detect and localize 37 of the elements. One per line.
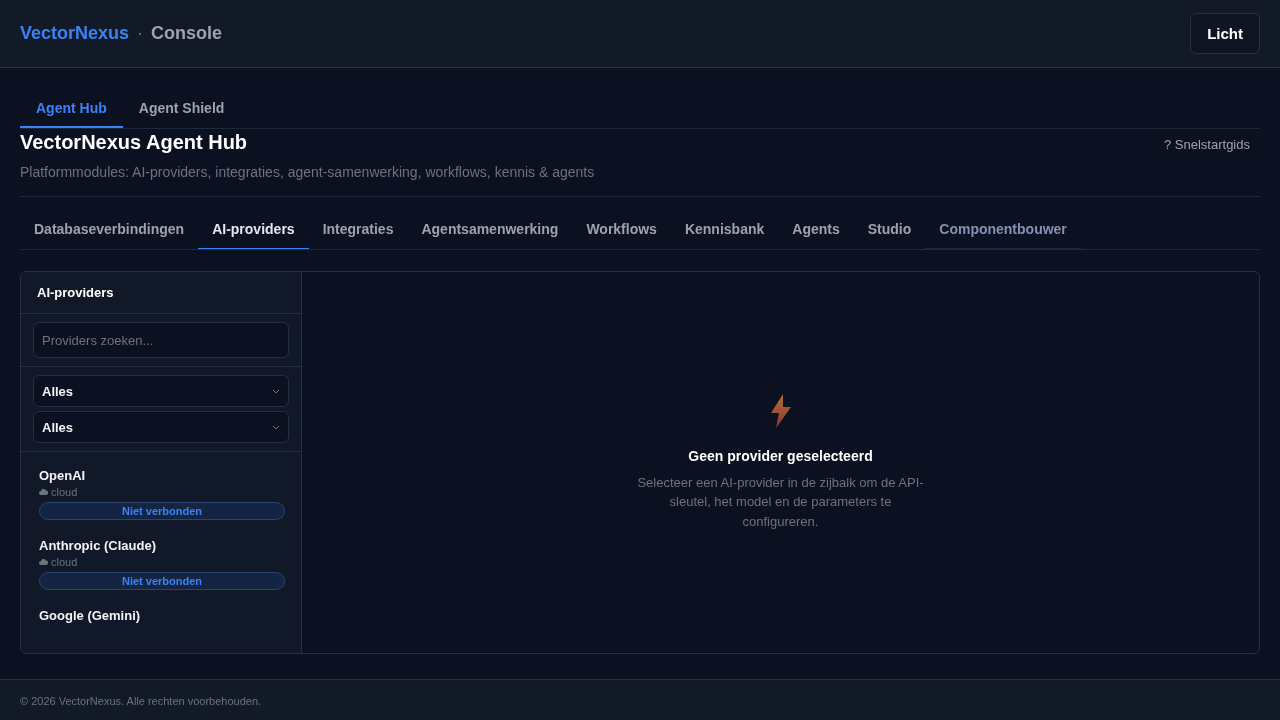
cloud-icon xyxy=(39,489,48,495)
help-link[interactable]: ? Snelstartgids xyxy=(1164,137,1250,154)
sidebar-title: AI-providers xyxy=(37,285,114,300)
status-badge: Niet verbonden xyxy=(39,572,285,590)
module-tab[interactable]: Databaseverbindingen xyxy=(20,211,199,249)
module-tab[interactable]: Integraties xyxy=(308,211,408,249)
page-title: VectorNexus Agent Hub xyxy=(20,131,248,154)
brand-name: VectorNexus xyxy=(20,23,130,44)
provider-type: cloud xyxy=(51,486,78,498)
page-subtitle: Platformmodules: AI-providers, integraties, agent-samenwerking, workflows, kennis & agents xyxy=(20,164,595,180)
empty-title: Geen provider geselecteerd xyxy=(688,447,873,464)
lightning-icon xyxy=(769,393,792,428)
module-tab[interactable]: Kennisbank xyxy=(670,211,779,249)
top-tab[interactable]: Agent Hub xyxy=(20,94,123,128)
filter-dropdown[interactable]: Alles xyxy=(33,411,289,443)
copyright-text: © 2026 VectorNexus. Alle rechten voorbehouden. xyxy=(20,694,262,707)
cloud-icon xyxy=(39,559,48,565)
provider-name[interactable]: OpenAI xyxy=(39,468,285,483)
status-badge: Niet verbonden xyxy=(39,502,285,520)
module-tab[interactable]: AI-providers xyxy=(198,211,309,249)
module-tab[interactable]: Workflows xyxy=(572,211,671,249)
chevron-icon xyxy=(272,424,280,430)
chevron-icon xyxy=(272,388,280,394)
module-tab[interactable]: Agentsamenwerking xyxy=(407,211,573,249)
module-tab[interactable]: Componentbouwer xyxy=(925,211,1081,249)
separator: · xyxy=(137,23,144,44)
empty-message: Selecteer een AI-provider in de zijbalk om de API-sleutel, het model en de parameters te configureren. xyxy=(636,473,925,531)
top-tab[interactable]: Agent Shield xyxy=(122,94,241,128)
module-tab[interactable]: Agents xyxy=(778,211,854,249)
search-field[interactable]: Providers zoeken... xyxy=(33,322,289,358)
filter-dropdown[interactable]: Alles xyxy=(33,375,289,407)
module-tab[interactable]: Studio xyxy=(853,211,926,249)
provider-name[interactable]: Anthropic (Claude) xyxy=(39,538,285,553)
product-name: Console xyxy=(151,23,223,44)
provider-type: cloud xyxy=(51,556,78,568)
provider-name[interactable]: Google (Gemini) xyxy=(39,608,285,623)
theme-button[interactable]: Licht xyxy=(1190,13,1260,54)
